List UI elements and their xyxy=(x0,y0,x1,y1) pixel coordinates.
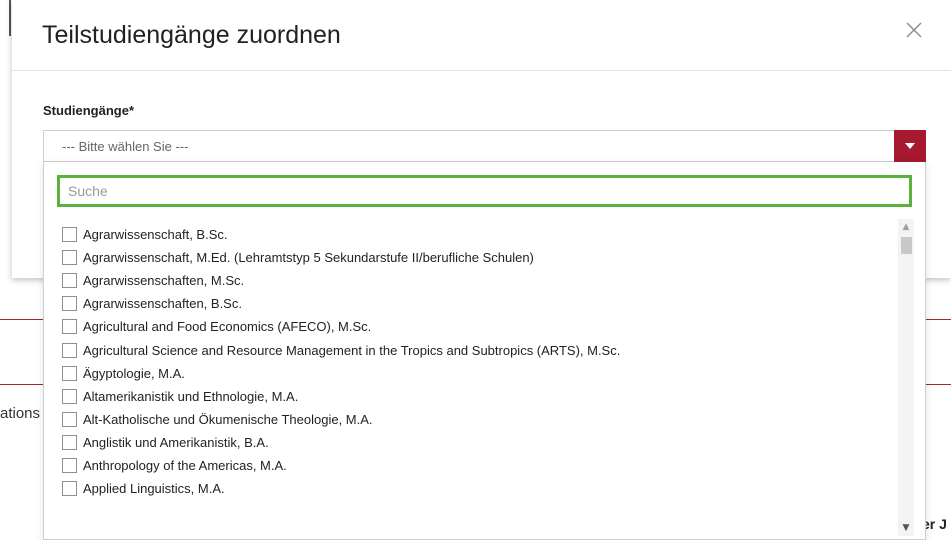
option-label: Agricultural Science and Resource Manage… xyxy=(83,342,621,358)
search-input[interactable] xyxy=(57,175,912,207)
checkbox[interactable] xyxy=(62,342,77,358)
list-item[interactable]: Agricultural Science and Resource Manage… xyxy=(62,338,902,361)
scroll-thumb[interactable] xyxy=(901,237,912,254)
checkbox[interactable] xyxy=(62,411,77,427)
scroll-down-icon[interactable]: ▼ xyxy=(898,520,914,536)
checkbox[interactable] xyxy=(62,365,77,381)
checkbox[interactable] xyxy=(62,434,77,450)
checkbox[interactable] xyxy=(62,273,77,289)
scroll-up-icon[interactable]: ▲ xyxy=(898,219,914,235)
background-text-fragment: ations xyxy=(0,405,41,422)
option-label: Agrarwissenschaften, B.Sc. xyxy=(83,296,242,312)
checkbox[interactable] xyxy=(62,319,77,335)
option-label: Ägyptologie, M.A. xyxy=(83,365,185,381)
option-label: Alt-Katholische und Ökumenische Theologi… xyxy=(83,411,373,427)
modal-header: Teilstudiengänge zuordnen xyxy=(12,0,951,71)
list-item[interactable]: Applied Linguistics, M.A. xyxy=(62,477,902,500)
option-label: Altamerikanistik und Ethnologie, M.A. xyxy=(83,388,299,404)
background-divider xyxy=(9,0,11,36)
checkbox[interactable] xyxy=(62,250,77,266)
checkbox[interactable] xyxy=(62,388,77,404)
list-item[interactable]: Anglistik und Amerikanistik, B.A. xyxy=(62,431,902,454)
option-label: Agrarwissenschaft, B.Sc. xyxy=(83,227,228,243)
options-list: Agrarwissenschaft, B.Sc. Agrarwissenscha… xyxy=(62,223,902,500)
checkbox[interactable] xyxy=(62,457,77,473)
list-item[interactable]: Agrarwissenschaften, B.Sc. xyxy=(62,292,902,315)
list-item[interactable]: Altamerikanistik und Ethnologie, M.A. xyxy=(62,385,902,408)
select-dropdown: Agrarwissenschaft, B.Sc. Agrarwissenscha… xyxy=(43,162,926,540)
option-label: Applied Linguistics, M.A. xyxy=(83,481,225,497)
list-item[interactable]: Alt-Katholische und Ökumenische Theologi… xyxy=(62,408,902,431)
checkbox[interactable] xyxy=(62,481,77,497)
list-item[interactable]: Agricultural and Food Economics (AFECO),… xyxy=(62,315,902,338)
close-icon[interactable] xyxy=(900,16,928,44)
option-label: Agrarwissenschaft, M.Ed. (Lehramtstyp 5 … xyxy=(83,250,534,266)
caret-down-icon[interactable] xyxy=(894,130,926,162)
list-item[interactable]: Ägyptologie, M.A. xyxy=(62,362,902,385)
list-item[interactable]: Anthropology of the Americas, M.A. xyxy=(62,454,902,477)
option-label: Agricultural and Food Economics (AFECO),… xyxy=(83,319,372,335)
option-label: Anglistik und Amerikanistik, B.A. xyxy=(83,434,269,450)
options-scrollbar[interactable]: ▲ ▼ xyxy=(898,219,914,536)
list-item[interactable]: Agrarwissenschaft, B.Sc. xyxy=(62,223,902,246)
option-label: Agrarwissenschaften, M.Sc. xyxy=(83,273,245,289)
checkbox[interactable] xyxy=(62,296,77,312)
checkbox[interactable] xyxy=(62,227,77,243)
modal-title: Teilstudiengänge zuordnen xyxy=(42,21,341,49)
studiengaenge-select[interactable]: --- Bitte wählen Sie --- xyxy=(43,130,926,162)
select-value: --- Bitte wählen Sie --- xyxy=(62,139,189,154)
list-item[interactable]: Agrarwissenschaften, M.Sc. xyxy=(62,269,902,292)
list-item[interactable]: Agrarwissenschaft, M.Ed. (Lehramtstyp 5 … xyxy=(62,246,902,269)
option-label: Anthropology of the Americas, M.A. xyxy=(83,457,287,473)
studiengaenge-label: Studiengänge* xyxy=(43,103,135,118)
